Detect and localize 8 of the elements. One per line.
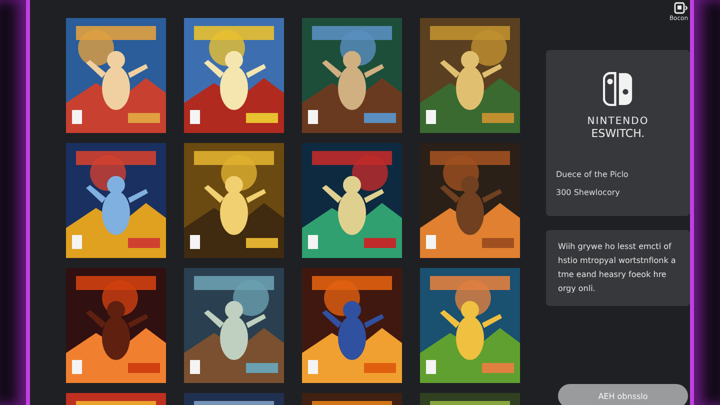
card-subtitle: 300 Shewlocory bbox=[556, 187, 620, 199]
user-icon[interactable] bbox=[674, 2, 688, 14]
card-title: Duece of the Piclo bbox=[556, 169, 628, 181]
brand-name: NINTENDO bbox=[587, 116, 649, 127]
action-button[interactable]: AEH obnsslo bbox=[558, 384, 688, 405]
switch-logo-icon bbox=[603, 72, 633, 106]
brand-name: ESWITCH. bbox=[591, 127, 645, 140]
info-text: Wiih grywe ho lesst emcti of hstio mtropyal wortstnfionk a tme eand heasry foeok hre orgy onli. bbox=[558, 241, 677, 295]
